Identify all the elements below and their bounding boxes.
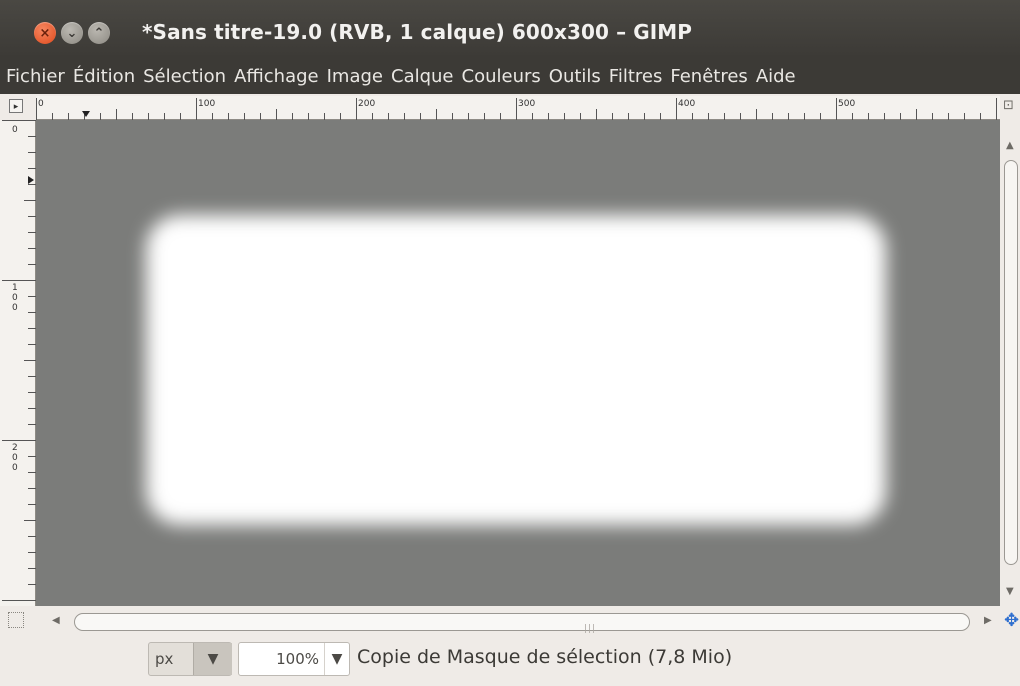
- triangle-right-icon[interactable]: ▸: [9, 99, 23, 113]
- chevron-down-icon[interactable]: ▼: [193, 643, 232, 675]
- hruler-label-0: 0: [38, 99, 44, 109]
- status-bar: px ▼ 100% ▼ Copie de Masque de sélection…: [0, 636, 1020, 686]
- hruler-label-300: 300: [518, 99, 535, 109]
- minimize-window-button[interactable]: ⌄: [61, 22, 83, 44]
- close-icon: ×: [39, 25, 51, 41]
- menu-bar: Fichier Édition Sélection Affichage Imag…: [0, 58, 1020, 94]
- menu-selection[interactable]: Sélection: [139, 66, 230, 87]
- hruler-label-100: 100: [198, 99, 215, 109]
- menu-aide[interactable]: Aide: [752, 66, 800, 87]
- arrow-left-icon[interactable]: ◀: [52, 615, 60, 626]
- window-title: *Sans titre-19.0 (RVB, 1 calque) 600x300…: [142, 20, 693, 44]
- hruler-label-500: 500: [838, 99, 855, 109]
- menu-calque[interactable]: Calque: [387, 66, 458, 87]
- close-window-button[interactable]: ×: [34, 22, 56, 44]
- zoom-icon[interactable]: ⊡: [1003, 98, 1014, 113]
- hruler-label-200: 200: [358, 99, 375, 109]
- zoom-selector[interactable]: 100% ▼: [238, 642, 350, 676]
- scroll-grip: |||: [584, 624, 597, 634]
- hruler-label-400: 400: [678, 99, 695, 109]
- chevron-down-icon[interactable]: ▼: [324, 643, 349, 675]
- vertical-scroll-thumb[interactable]: [1004, 160, 1018, 565]
- horizontal-scroll-thumb[interactable]: |||: [74, 613, 970, 634]
- arrow-right-icon[interactable]: ▶: [984, 615, 992, 626]
- menu-affichage[interactable]: Affichage: [230, 66, 323, 87]
- vertical-ruler[interactable]: 0 100 200: [0, 120, 36, 606]
- menu-fichier[interactable]: Fichier: [2, 66, 69, 87]
- arrow-up-icon[interactable]: ▲: [1006, 140, 1014, 151]
- arrow-down-icon[interactable]: ▼: [1006, 586, 1014, 597]
- horizontal-scroll-row: ◀ ||| ▶: [0, 606, 1020, 636]
- maximize-window-button[interactable]: ⌃: [88, 22, 110, 44]
- menu-edition[interactable]: Édition: [69, 66, 139, 87]
- image-canvas[interactable]: [36, 120, 1000, 606]
- menu-fenetres[interactable]: Fenêtres: [666, 66, 751, 87]
- unit-selector[interactable]: px ▼: [148, 642, 232, 676]
- minimize-icon: ⌄: [66, 25, 78, 41]
- maximize-icon: ⌃: [93, 25, 105, 41]
- image-layer: [146, 215, 886, 525]
- horizontal-ruler[interactable]: 0 100 200 300 400 500: [36, 96, 1000, 120]
- menu-image[interactable]: Image: [323, 66, 387, 87]
- vruler-label-200: 200: [12, 443, 18, 473]
- zoom-value: 100%: [276, 650, 319, 668]
- menu-couleurs[interactable]: Couleurs: [458, 66, 545, 87]
- vertical-scrollbar[interactable]: ▲ ▼: [1000, 120, 1020, 606]
- unit-value: px: [155, 650, 174, 668]
- menu-filtres[interactable]: Filtres: [605, 66, 667, 87]
- vruler-label-0: 0: [12, 125, 18, 135]
- navigate-icon[interactable]: ✥: [1004, 610, 1019, 631]
- menu-outils[interactable]: Outils: [545, 66, 605, 87]
- vruler-label-100: 100: [12, 283, 18, 313]
- status-message: Copie de Masque de sélection (7,8 Mio): [357, 646, 733, 668]
- quick-mask-icon[interactable]: [8, 612, 24, 628]
- title-bar: × ⌄ ⌃ *Sans titre-19.0 (RVB, 1 calque) 6…: [0, 0, 1020, 58]
